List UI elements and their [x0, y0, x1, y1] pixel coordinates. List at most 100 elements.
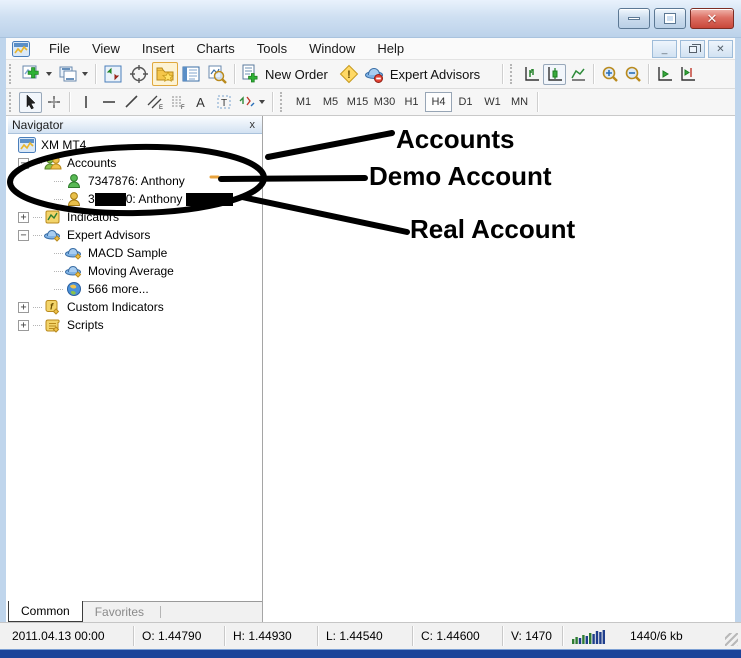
new-chart-button[interactable] — [19, 62, 45, 86]
vertical-line-tool-button[interactable] — [74, 92, 97, 113]
expand-icon[interactable]: + — [18, 211, 29, 223]
tree-item-custom-indicators[interactable]: + f Custom Indicators — [8, 298, 262, 316]
tab-common[interactable]: Common — [8, 601, 83, 622]
navigator-close-icon[interactable]: x — [247, 119, 259, 131]
horizontal-line-tool-button[interactable] — [97, 92, 120, 113]
timeframe-m5-button[interactable]: M5 — [317, 92, 344, 112]
timeframe-m15-button[interactable]: M15 — [344, 92, 371, 112]
tree-item-scripts[interactable]: + Scripts — [8, 316, 262, 334]
window-close-button[interactable]: ✕ — [690, 8, 734, 29]
candlestick-icon — [547, 67, 562, 81]
mdi-restore-button[interactable] — [680, 40, 705, 58]
tree-item-macd-sample[interactable]: MACD Sample — [8, 244, 262, 262]
zoom-out-button[interactable] — [621, 64, 644, 85]
expand-icon[interactable]: + — [18, 319, 29, 331]
timeframe-h4-button[interactable]: H4 — [425, 92, 452, 112]
navigator-toggle-button[interactable] — [152, 62, 178, 86]
status-separator — [412, 626, 413, 646]
profiles-icon — [59, 66, 77, 82]
bar-chart-button[interactable] — [520, 64, 543, 85]
collapse-icon[interactable]: − — [18, 157, 29, 169]
timeframe-w1-button[interactable]: W1 — [479, 92, 506, 112]
fibonacci-tool-button[interactable]: F — [166, 92, 189, 113]
menu-window[interactable]: Window — [298, 39, 366, 58]
crosshair-tool-button[interactable] — [42, 92, 65, 113]
alert-exclamation-icon: ! — [339, 64, 359, 84]
mdi-close-button[interactable]: ✕ — [708, 40, 733, 58]
toolbar-grip[interactable] — [9, 92, 16, 112]
menu-file[interactable]: File — [38, 39, 81, 58]
new-order-label[interactable]: New Order — [265, 67, 328, 82]
alert-button[interactable]: ! — [336, 62, 362, 86]
text-label-tool-button[interactable]: T — [212, 92, 235, 113]
arrows-dropdown-caret[interactable] — [259, 100, 265, 104]
tree-label: Indicators — [67, 210, 120, 224]
new-chart-icon — [22, 65, 39, 79]
data-window-button[interactable] — [126, 62, 152, 86]
resize-grip[interactable] — [725, 633, 738, 646]
tab-favorites[interactable]: Favorites — [83, 602, 156, 622]
tree-item-indicators[interactable]: + Indicators — [8, 208, 262, 226]
timeframe-m1-button[interactable]: M1 — [290, 92, 317, 112]
new-chart-dropdown-caret[interactable] — [46, 72, 52, 76]
auto-scroll-button[interactable] — [653, 64, 676, 85]
timeframe-m30-button[interactable]: M30 — [371, 92, 398, 112]
equidistant-channel-tool-button[interactable]: E — [143, 92, 166, 113]
tree-connector — [33, 306, 42, 308]
toolbar-grip[interactable] — [280, 92, 287, 112]
tree-item-566-more[interactable]: 566 more... — [8, 280, 262, 298]
chart-shift-button[interactable] — [676, 64, 699, 85]
window-minimize-button[interactable] — [618, 8, 650, 29]
profiles-dropdown-caret[interactable] — [82, 72, 88, 76]
expert-advisors-button[interactable] — [362, 62, 386, 86]
tree-item-xm-mt4[interactable]: XM MT4 — [8, 136, 262, 154]
strategy-tester-button[interactable] — [204, 62, 230, 86]
toolbar-separator — [593, 64, 595, 84]
tree-item-accounts[interactable]: − Accounts — [8, 154, 262, 172]
menu-charts[interactable]: Charts — [185, 39, 245, 58]
toolbar-grip[interactable] — [510, 64, 517, 84]
redaction-box — [94, 192, 126, 206]
cursor-tool-button[interactable] — [19, 91, 42, 113]
trendline-icon — [124, 95, 138, 108]
candlestick-chart-button[interactable] — [543, 63, 567, 85]
market-watch-button[interactable] — [100, 62, 126, 86]
text-label-icon: T — [217, 95, 230, 109]
tree-item-expert-advisors[interactable]: − Expert Advisors — [8, 226, 262, 244]
line-chart-button[interactable] — [566, 64, 589, 85]
timeframe-mn-button[interactable]: MN — [506, 92, 533, 112]
tree-item-moving-average[interactable]: Moving Average — [8, 262, 262, 280]
timeframe-h1-button[interactable]: H1 — [398, 92, 425, 112]
collapse-icon[interactable]: − — [18, 229, 29, 241]
minimize-icon — [628, 17, 640, 20]
menu-insert[interactable]: Insert — [131, 39, 186, 58]
trendline-tool-button[interactable] — [120, 92, 143, 113]
menu-help[interactable]: Help — [366, 39, 415, 58]
toolbar-grip[interactable] — [9, 64, 16, 84]
expert-advisors-label[interactable]: Expert Advisors — [390, 67, 480, 82]
arrows-tool-button[interactable] — [235, 92, 258, 113]
text-tool-button[interactable]: A — [189, 92, 212, 113]
tree-connector — [33, 324, 42, 326]
crosshair-tool-icon — [47, 96, 60, 108]
window-maximize-button[interactable] — [654, 8, 686, 29]
new-order-button[interactable] — [239, 62, 261, 86]
navigator-header[interactable]: Navigator x — [8, 116, 262, 134]
expand-icon[interactable]: + — [18, 301, 29, 313]
menu-view[interactable]: View — [81, 39, 131, 58]
mdi-minimize-button[interactable]: _ — [652, 40, 677, 58]
tree-item-real-account[interactable]: 3 0: Anthony — [8, 190, 262, 208]
title-bar: ✕ — [0, 0, 741, 38]
zoom-in-button[interactable] — [598, 64, 621, 85]
profiles-button[interactable] — [55, 62, 81, 86]
tree-item-demo-account[interactable]: 7347876: Anthony — [8, 172, 262, 190]
status-separator — [502, 626, 503, 646]
tree-label: Scripts — [67, 318, 104, 332]
redaction-box — [186, 192, 234, 206]
timeframe-d1-button[interactable]: D1 — [452, 92, 479, 112]
mt4-logo-icon — [18, 137, 36, 153]
terminal-toggle-button[interactable] — [178, 62, 204, 86]
tree-label: XM MT4 — [41, 138, 87, 152]
menu-tools[interactable]: Tools — [246, 39, 298, 58]
annotation-label-demo: Demo Account — [369, 161, 552, 191]
